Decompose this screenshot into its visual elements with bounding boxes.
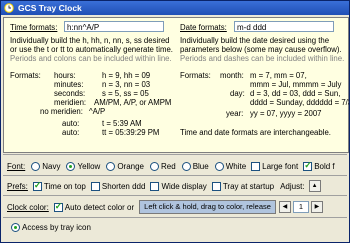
font-option-label: Red xyxy=(161,161,176,171)
prefs-label: Prefs: xyxy=(7,181,28,191)
time-row-value: s = 5, ss = 05 xyxy=(102,89,149,98)
bold-font-label: Bold f xyxy=(314,161,335,171)
large-font-label: Large font xyxy=(262,161,299,171)
pref-label: Time on top xyxy=(43,181,86,191)
divider xyxy=(3,217,347,218)
auto-detect-label: Auto detect color or xyxy=(64,202,135,212)
bold-font-checkbox[interactable] xyxy=(303,160,313,171)
date-row-value: dddd = Sunday, dddddd = 7/3/0 xyxy=(250,98,350,107)
time-intro-1: Individually build the h, hh, n, nn, s, … xyxy=(10,36,170,45)
font-orange-radio[interactable] xyxy=(106,161,116,171)
clock-color-row: Clock color: Auto detect color or Left c… xyxy=(3,200,323,214)
time-row-name: minutes: xyxy=(54,80,84,89)
time-formats-label: Time formats: xyxy=(10,23,58,32)
clock-color-label: Clock color: xyxy=(7,202,49,212)
color-value-field[interactable]: 1 xyxy=(292,201,309,213)
adjust-label: Adjust: xyxy=(280,181,305,191)
auto-detect-color-checkbox[interactable] xyxy=(53,201,63,212)
date-row-value: mmm = Jul, mmmm = July xyxy=(250,80,342,89)
date-intro-3: Periods and dashes can be included withi… xyxy=(180,54,345,63)
date-formats-label: Date formats: xyxy=(180,23,227,32)
date-formats-word: Formats: xyxy=(180,71,211,80)
font-label: Font: xyxy=(7,161,26,171)
tray-at-startup-checkbox[interactable] xyxy=(211,181,221,191)
app-window: GCS Tray Clock Time formats: h:nn^A/P In… xyxy=(0,0,350,243)
time-row-value: n = 3, nn = 03 xyxy=(102,80,151,89)
date-intro-1: Individually build the date desired usin… xyxy=(180,36,330,45)
divider xyxy=(3,195,347,196)
time-row-value: ^A/P xyxy=(89,107,106,116)
date-row-name: year: xyxy=(226,109,244,118)
large-font-checkbox[interactable] xyxy=(251,161,261,171)
prefs-row: Prefs: Time on top Shorten ddd Wide disp… xyxy=(3,179,321,193)
clock-icon xyxy=(4,3,14,13)
time-on-top-checkbox[interactable] xyxy=(32,180,42,191)
shorten-ddd-checkbox[interactable] xyxy=(90,181,100,191)
time-intro-2: or use the t or tt to automatically gene… xyxy=(10,45,173,54)
time-row-value: tt = 05:39:29 PM xyxy=(102,128,160,137)
date-row-value: m = 7, mm = 07, xyxy=(250,71,307,80)
access-row: Access by tray icon xyxy=(3,220,91,234)
time-format-input[interactable]: h:nn^A/P xyxy=(64,21,164,32)
date-row-value: yy = 07, yyyy = 2007 xyxy=(250,109,322,118)
time-row-name: no meridien: xyxy=(40,107,83,116)
wide-display-checkbox[interactable] xyxy=(150,181,160,191)
font-option-label: White xyxy=(225,161,247,171)
font-navy-radio[interactable] xyxy=(31,161,41,171)
time-row-name: auto: xyxy=(62,128,80,137)
font-blue-radio[interactable] xyxy=(181,161,191,171)
time-intro-3: Periods and colons can be included withi… xyxy=(10,54,172,63)
access-tray-radio[interactable] xyxy=(11,222,20,232)
time-row-name: seconds: xyxy=(54,89,86,98)
time-row-value: AM/PM, A/P, or AMPM xyxy=(94,98,172,107)
title-bar: GCS Tray Clock xyxy=(1,1,349,15)
date-row-name: month: xyxy=(220,71,244,80)
spin-down-arrow-icon[interactable]: ◀ xyxy=(278,201,291,213)
font-white-radio[interactable] xyxy=(214,161,224,171)
spin-up-arrow-icon[interactable]: ▶ xyxy=(310,201,323,213)
font-option-label: Orange xyxy=(117,161,144,171)
font-option-label: Navy xyxy=(42,161,61,171)
pref-label: Wide display xyxy=(161,181,207,191)
time-formats-word: Formats: xyxy=(10,71,41,80)
time-row-value: t = 5:39 AM xyxy=(102,119,142,128)
time-row-name: auto: xyxy=(62,119,80,128)
access-label: Access by tray icon xyxy=(22,222,91,232)
font-option-label: Blue xyxy=(192,161,209,171)
font-red-radio[interactable] xyxy=(150,161,159,171)
date-row-value: d = 3, dd = 03, ddd = Sun, xyxy=(250,89,341,98)
window-title: GCS Tray Clock xyxy=(18,3,82,13)
date-row-name: day: xyxy=(230,89,245,98)
adjust-up-arrow-icon[interactable]: ▲ xyxy=(308,180,321,192)
time-row-name: hours: xyxy=(54,71,76,80)
divider xyxy=(3,175,347,176)
drag-color-button[interactable]: Left click & hold, drag to color, releas… xyxy=(139,200,276,214)
date-intro-2: parameters below (some may cause overflo… xyxy=(180,45,342,54)
formats-panel: Time formats: h:nn^A/P Individually buil… xyxy=(3,17,349,153)
time-row-name: meridien: xyxy=(54,98,87,107)
pref-label: Tray at startup xyxy=(222,181,275,191)
divider xyxy=(3,154,347,155)
time-row-value: h = 9, hh = 09 xyxy=(102,71,151,80)
font-option-label: Yellow xyxy=(77,161,101,171)
pref-label: Shorten ddd xyxy=(101,181,146,191)
font-row: Font: Navy Yellow Orange Red Blue White … xyxy=(3,159,335,173)
date-format-input[interactable]: m-d ddd xyxy=(234,21,334,32)
interchangeable-note: Time and date formats are interchangeabl… xyxy=(180,128,331,137)
font-yellow-radio[interactable] xyxy=(66,161,76,171)
